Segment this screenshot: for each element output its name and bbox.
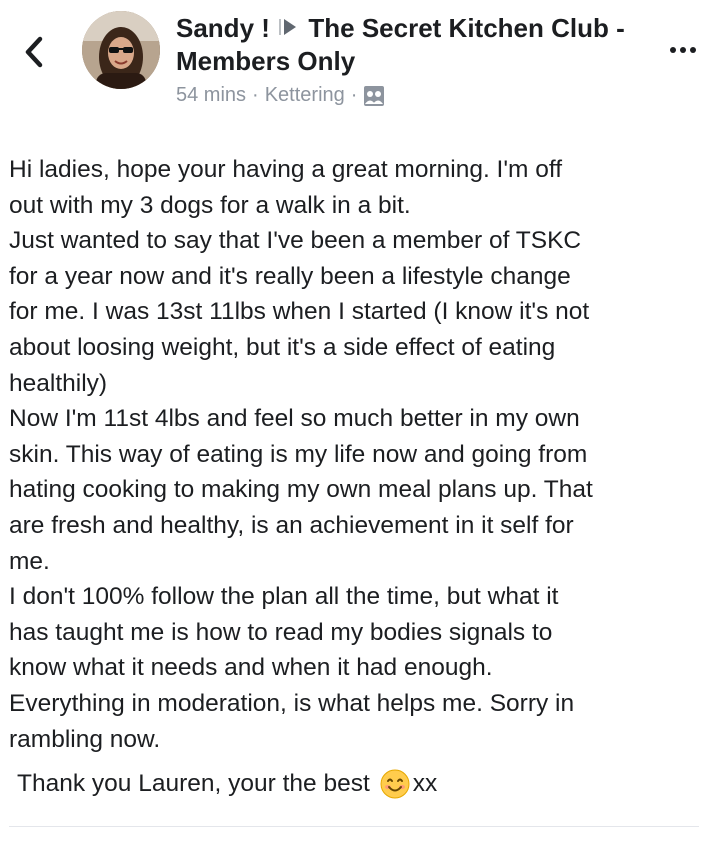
avatar-photo <box>82 11 160 89</box>
post-line: healthily) <box>9 369 108 397</box>
post-line: Now I'm 11st 4lbs and feel so much bette… <box>9 405 580 433</box>
post-line: I don't 100% follow the plan all the tim… <box>9 583 559 611</box>
chevron-left-icon <box>25 36 43 68</box>
post-closing-line: Thank you Lauren, your the best xx <box>17 768 697 800</box>
post-line: rambling now. <box>9 725 161 753</box>
post-header: Sandy ! The Secret Kitchen Club - Member… <box>0 0 710 120</box>
back-button[interactable] <box>14 30 54 74</box>
post-line: Hi ladies, hope your having a great morn… <box>9 156 563 183</box>
post-line: out with my 3 dogs for a walk in a bit. <box>9 191 411 219</box>
more-dot <box>670 47 676 53</box>
post-line: has taught me is how to read my bodies s… <box>9 618 553 646</box>
meta-separator: · <box>252 84 259 106</box>
more-options-button[interactable] <box>663 40 703 60</box>
smiling-face-emoji-icon <box>380 769 410 799</box>
post-line: for me. I was 13st 11lbs when I started … <box>9 298 590 326</box>
timestamp[interactable]: 54 mins <box>176 84 246 107</box>
post-line: for a year now and it's really been a li… <box>9 262 571 290</box>
post-line: about loosing weight, but it's a side ef… <box>9 333 556 361</box>
shared-to-arrow-icon <box>279 12 297 45</box>
post-body: Hi ladies, hope your having a great morn… <box>9 152 699 757</box>
post-line: know what it needs and when it had enoug… <box>9 654 493 682</box>
location[interactable]: Kettering <box>265 84 345 107</box>
post-line: Everything in moderation, is what helps … <box>9 689 575 717</box>
post-title: Sandy ! The Secret Kitchen Club - Member… <box>176 12 646 78</box>
group-members-icon <box>364 85 385 106</box>
post-line: me. <box>9 547 50 575</box>
avatar[interactable] <box>82 11 160 89</box>
post-meta: 54 mins · Kettering · <box>176 84 385 107</box>
post-line: are fresh and healthy, is an achievement… <box>9 511 574 539</box>
divider <box>9 826 699 827</box>
author-name[interactable]: Sandy ! <box>176 13 270 43</box>
post-line: hating cooking to making my own meal pla… <box>9 476 593 504</box>
closing-suffix: xx <box>412 770 438 797</box>
post-line: skin. This way of eating is my life now … <box>9 440 588 468</box>
meta-separator: · <box>350 84 358 106</box>
more-dot <box>690 47 696 53</box>
post-line: Just wanted to say that I've been a memb… <box>9 227 582 255</box>
more-dot <box>680 47 686 53</box>
closing-text: Thank you Lauren, your the best <box>17 770 370 797</box>
